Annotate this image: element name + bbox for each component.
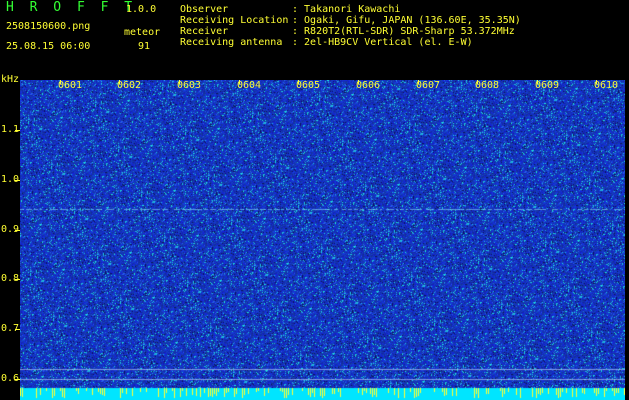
header-value-antenna: : 2el-HB9CV Vertical (el. E-W) (292, 37, 473, 48)
x-tick-label: 0608 (475, 80, 500, 91)
x-tick-label: 0606 (356, 80, 381, 91)
y-axis-unit: kHz (1, 74, 20, 85)
x-tick-label: 0602 (117, 80, 142, 91)
x-tick-label: 0604 (237, 80, 262, 91)
header-value-observer: : Takanori Kawachi (292, 4, 401, 15)
header-value-receiver: : R820T2(RTL-SDR) SDR-Sharp 53.372MHz (292, 26, 515, 37)
header-values: : Takanori Kawachi : Ogaki, Gifu, JAPAN … (292, 4, 521, 48)
x-tick-label: 0603 (177, 80, 202, 91)
y-tick (15, 130, 20, 131)
meteor-label: meteor (124, 27, 161, 38)
x-tick-label: 0605 (296, 80, 321, 91)
header-value-location: : Ogaki, Gifu, JAPAN (136.60E, 35.35N) (292, 15, 521, 26)
date-time: 25.08.15 06:00 (6, 41, 91, 52)
app-title: H R O F F T (6, 0, 137, 15)
y-tick (15, 379, 20, 380)
y-tick (15, 279, 20, 280)
y-tick (15, 329, 20, 330)
app-version: 1.0.0 (126, 4, 157, 15)
x-tick-label: 0609 (535, 80, 560, 91)
x-tick-label: 0610 (594, 80, 619, 91)
spectrogram-canvas (20, 80, 625, 400)
x-tick-label: 0607 (416, 80, 441, 91)
file-name: 2508150600.png (6, 21, 91, 32)
x-tick-label: 0601 (58, 80, 83, 91)
spectrogram (20, 80, 625, 400)
y-tick (15, 230, 20, 231)
y-tick (15, 180, 20, 181)
meteor-count: 91 (138, 41, 151, 52)
